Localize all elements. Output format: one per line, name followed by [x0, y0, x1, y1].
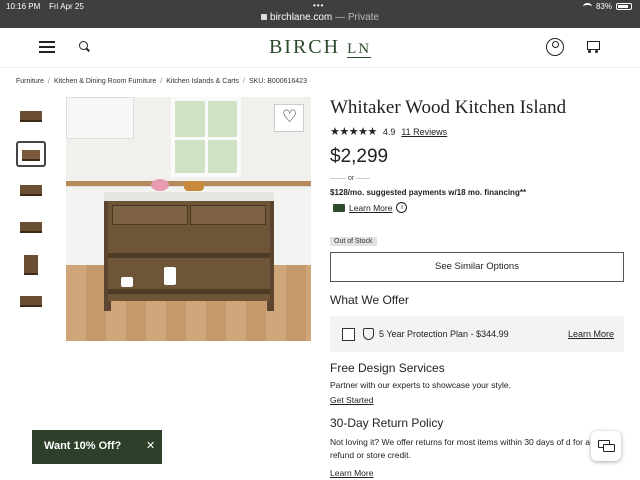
battery-icon: [616, 3, 632, 10]
thumbnail-active[interactable]: [16, 141, 46, 167]
cart-icon[interactable]: [585, 39, 601, 54]
returns-heading: 30-Day Return Policy: [330, 416, 444, 430]
thumbnail[interactable]: [16, 215, 46, 241]
financing-learn-more-link[interactable]: Learn More: [349, 203, 392, 213]
chat-button[interactable]: [591, 431, 621, 461]
reviews-link[interactable]: 11 Reviews: [401, 127, 447, 137]
info-icon[interactable]: i: [396, 202, 408, 213]
status-bar: 10:16 PM Fri Apr 25 ••• 83% birchlane.co…: [0, 0, 640, 28]
address-bar[interactable]: birchlane.com — Private: [0, 12, 640, 23]
promo-banner: Want 10% Off? ✕: [32, 430, 162, 464]
wifi-icon: [582, 3, 592, 10]
status-time: 10:16 PM Fri Apr 25: [6, 2, 84, 11]
thumbnail[interactable]: [16, 104, 46, 130]
returns-learn-more-link[interactable]: Learn More: [330, 468, 373, 478]
product-price: $2,299: [330, 146, 389, 167]
product-rating: ★★★★★ 4.9 11 Reviews: [330, 125, 447, 138]
breadcrumb-item[interactable]: Kitchen Islands & Carts: [166, 78, 239, 85]
close-icon[interactable]: ✕: [146, 439, 155, 452]
design-heading: Free Design Services: [330, 361, 445, 375]
or-label: or: [346, 175, 357, 182]
get-started-link[interactable]: Get Started: [330, 395, 373, 405]
protection-learn-more-link[interactable]: Learn More: [568, 329, 614, 339]
thumbnail[interactable]: [16, 252, 46, 278]
shield-icon: [363, 328, 374, 340]
account-icon[interactable]: [546, 38, 564, 56]
favorite-heart-icon[interactable]: [274, 104, 304, 132]
star-rating-icon: ★★★★★: [330, 126, 377, 138]
url-domain: birchlane.com: [270, 12, 333, 23]
status-right: 83%: [582, 2, 632, 11]
see-similar-button[interactable]: See Similar Options: [330, 252, 624, 282]
financing-learn-more: Learn More i: [333, 202, 408, 213]
product-image[interactable]: [66, 97, 311, 341]
url-private: — Private: [335, 12, 379, 23]
thumbnail-list: [16, 104, 46, 326]
product-title: Whitaker Wood Kitchen Island: [330, 97, 567, 118]
protection-checkbox[interactable]: [342, 328, 355, 341]
breadcrumb-item[interactable]: Kitchen & Dining Room Furniture: [54, 78, 156, 85]
rating-value: 4.9: [382, 126, 396, 137]
site-logo[interactable]: BIRCH LN: [0, 36, 640, 59]
protection-plan-row: 5 Year Protection Plan - $344.99 Learn M…: [330, 316, 624, 352]
breadcrumb: Furniture / Kitchen & Dining Room Furnitu…: [16, 78, 307, 85]
breadcrumb-sku: SKU: B000616423: [248, 78, 307, 85]
battery-level: 83%: [595, 2, 612, 11]
offer-heading: What We Offer: [330, 293, 409, 307]
status-dots: •••: [313, 1, 325, 10]
financing-text: $128/mo. suggested payments w/18 mo. fin…: [330, 188, 527, 197]
credit-card-icon: [333, 203, 345, 212]
promo-label[interactable]: Want 10% Off?: [44, 440, 121, 452]
breadcrumb-item[interactable]: Furniture: [16, 78, 44, 85]
thumbnail[interactable]: [16, 289, 46, 315]
returns-text: Not loving it? We offer returns for most…: [330, 437, 590, 460]
site-header: BIRCH LN: [0, 28, 640, 68]
lock-icon: [261, 14, 268, 21]
thumbnail[interactable]: [16, 178, 46, 204]
stock-badge: Out of Stock: [330, 237, 377, 246]
protection-plan-label: 5 Year Protection Plan - $344.99: [379, 329, 509, 339]
design-text: Partner with our experts to showcase you…: [330, 380, 511, 390]
